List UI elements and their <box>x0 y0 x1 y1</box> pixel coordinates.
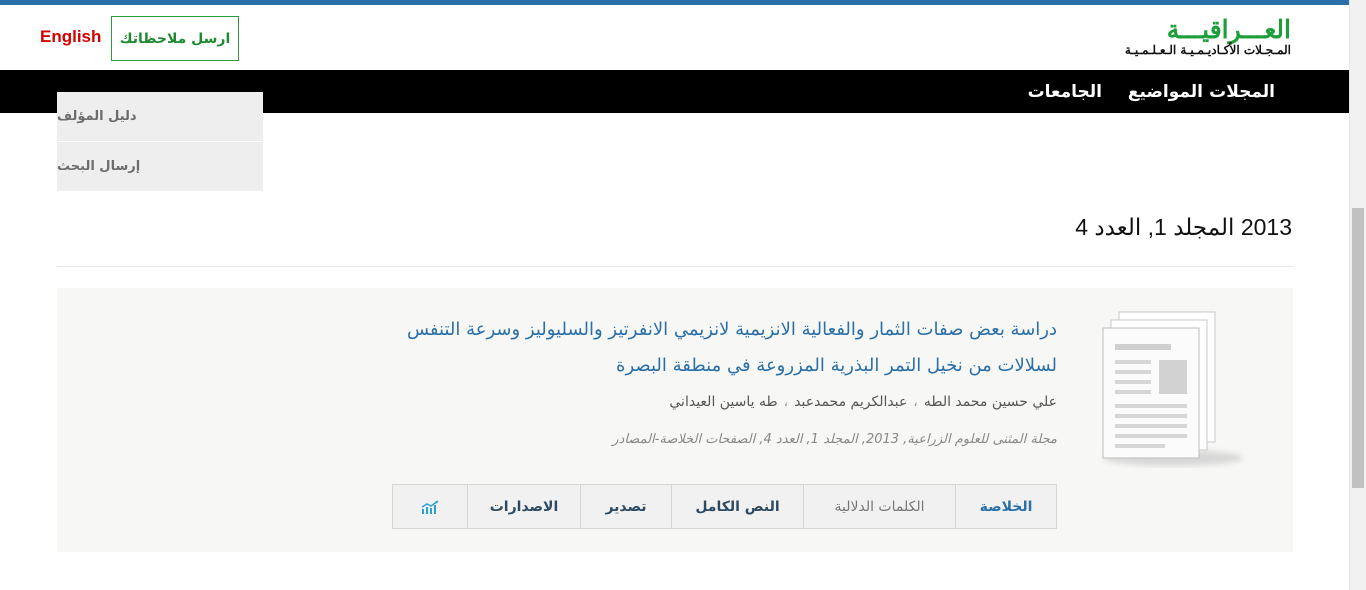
logo-subtitle: المـجـلات الأكـاديـمـيـة الـعـلـمـيـة <box>1124 43 1291 57</box>
author-list: علي حسين محمد الطه ، عبدالكريم محمدعبد ، طه … <box>669 394 1057 410</box>
tab-keywords[interactable]: الكلمات الدلالية <box>803 485 955 528</box>
side-menu: دليل المؤلف إرسال البحث <box>57 92 263 192</box>
site-logo[interactable]: العـــراقيـــة المـجـلات الأكـاديـمـيـة … <box>1121 17 1291 61</box>
author-link[interactable]: عبدالكريم محمدعبد <box>794 394 907 410</box>
side-item-author-guide[interactable]: دليل المؤلف <box>57 92 263 142</box>
heading-divider <box>57 266 1293 267</box>
tab-export[interactable]: تصدير <box>580 485 671 528</box>
logo-title: العـــراقيـــة <box>1166 15 1291 44</box>
citation-text: مجلة المثنى للعلوم الزراعية, 2013, المجل… <box>612 432 1057 447</box>
article-title-link[interactable]: دراسة بعض صفات الثمار والفعالية الانزيمي… <box>357 312 1057 384</box>
tab-statistics[interactable] <box>393 485 467 528</box>
side-item-submit-paper[interactable]: إرسال البحث <box>57 142 263 192</box>
article-card: دراسة بعض صفات الثمار والفعالية الانزيمي… <box>57 288 1293 552</box>
site-header: English ارسل ملاحظاتك العـــراقيـــة الم… <box>0 5 1349 70</box>
issue-heading: 2013 المجلد 1, العدد 4 <box>1075 214 1292 240</box>
tab-fulltext[interactable]: النص الكامل <box>671 485 803 528</box>
scrollbar-thumb[interactable] <box>1352 208 1364 488</box>
document-icon <box>1102 311 1243 466</box>
author-separator: ، <box>913 394 918 410</box>
nav-item-universities[interactable]: الجامعات <box>1028 70 1102 113</box>
nav-item-journals[interactable]: المجلات <box>1209 70 1275 113</box>
tab-versions[interactable]: الاصدارات <box>467 485 580 528</box>
stats-chart-icon <box>421 499 439 514</box>
tab-abstract[interactable]: الخلاصة <box>955 485 1056 528</box>
author-link[interactable]: علي حسين محمد الطه <box>924 394 1057 410</box>
nav-item-subjects[interactable]: المواضيع <box>1128 70 1203 113</box>
author-separator: ، <box>783 394 789 410</box>
author-link[interactable]: طه ياسين العيداني <box>669 394 777 410</box>
send-feedback-button[interactable]: ارسل ملاحظاتك <box>111 16 239 61</box>
english-language-link[interactable]: English <box>40 27 101 47</box>
article-tabs: الخلاصة الكلمات الدلالية النص الكامل تصد… <box>392 484 1057 529</box>
page-scrollbar[interactable] <box>1349 0 1366 590</box>
